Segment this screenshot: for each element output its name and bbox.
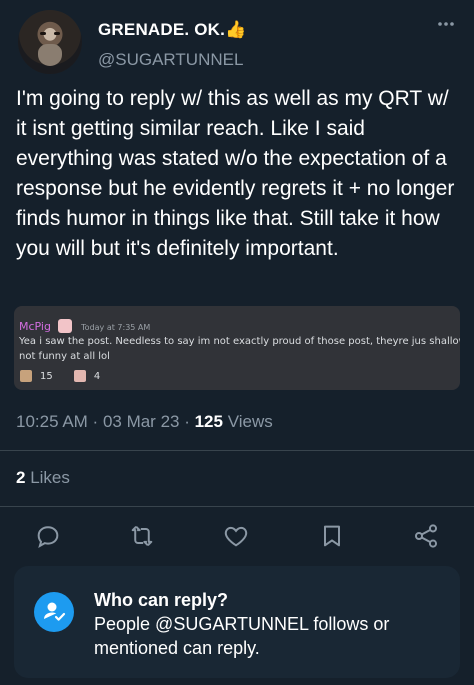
views-label: Views [222,412,273,431]
thumbs-up-icon: 👍 [225,20,247,39]
meta-separator: · [179,412,195,431]
message-header: McPig Today at 7:35 AM [19,315,151,333]
meta-separator: · [87,412,103,431]
post-date[interactable]: 03 Mar 23 [103,412,180,431]
share-icon[interactable] [412,522,440,550]
avatar-beard [38,44,62,66]
message-timestamp: Today at 7:35 AM [81,323,151,332]
reaction: 4 [73,370,101,382]
who-can-reply-panel: Who can reply? People @SUGARTUNNEL follo… [14,566,460,678]
reply-icon[interactable] [34,522,62,550]
views-count: 125 [194,412,223,431]
post-text: I'm going to reply w/ this as well as my… [16,87,455,260]
reaction-emoji-icon [20,370,32,382]
message-avatar [58,318,73,333]
retweet-icon[interactable] [128,522,156,550]
embedded-screenshot[interactable]: McPig Today at 7:35 AM Yea i saw the pos… [14,306,460,390]
reaction-count: 4 [93,371,101,382]
who-can-reply-description: People @SUGARTUNNEL follows or mentioned… [94,614,390,658]
more-options-icon[interactable] [436,14,456,34]
reaction: 15 [20,370,53,382]
display-name-text: GRENADE. OK. [98,20,226,39]
avatar-eye [54,32,60,35]
likes-label: Likes [25,468,70,487]
like-icon[interactable] [222,522,250,550]
divider [0,506,474,507]
author-avatar[interactable] [18,10,82,74]
who-can-reply-title: Who can reply? [94,590,229,610]
message-text: Yea i saw the post. Needless to say im n… [19,336,460,362]
divider [0,450,474,451]
author-display-name[interactable]: GRENADE. OK.👍 [98,20,246,40]
message-username: McPig [19,320,51,333]
post-meta: 10:25 AM · 03 Mar 23 · 125 Views [16,412,273,432]
bookmark-icon[interactable] [318,522,346,550]
user-check-icon [34,592,74,632]
action-bar [0,518,474,554]
likes-link[interactable]: 2 Likes [16,468,70,488]
reaction-count: 15 [40,371,53,382]
post-time[interactable]: 10:25 AM [16,412,88,431]
reaction-emoji-icon [73,370,86,382]
message-reactions: 15 4 [20,370,118,386]
avatar-eye [40,32,46,35]
author-handle[interactable]: @SUGARTUNNEL [98,50,243,70]
post-author: GRENADE. OK.👍 @SUGARTUNNEL [18,10,458,78]
